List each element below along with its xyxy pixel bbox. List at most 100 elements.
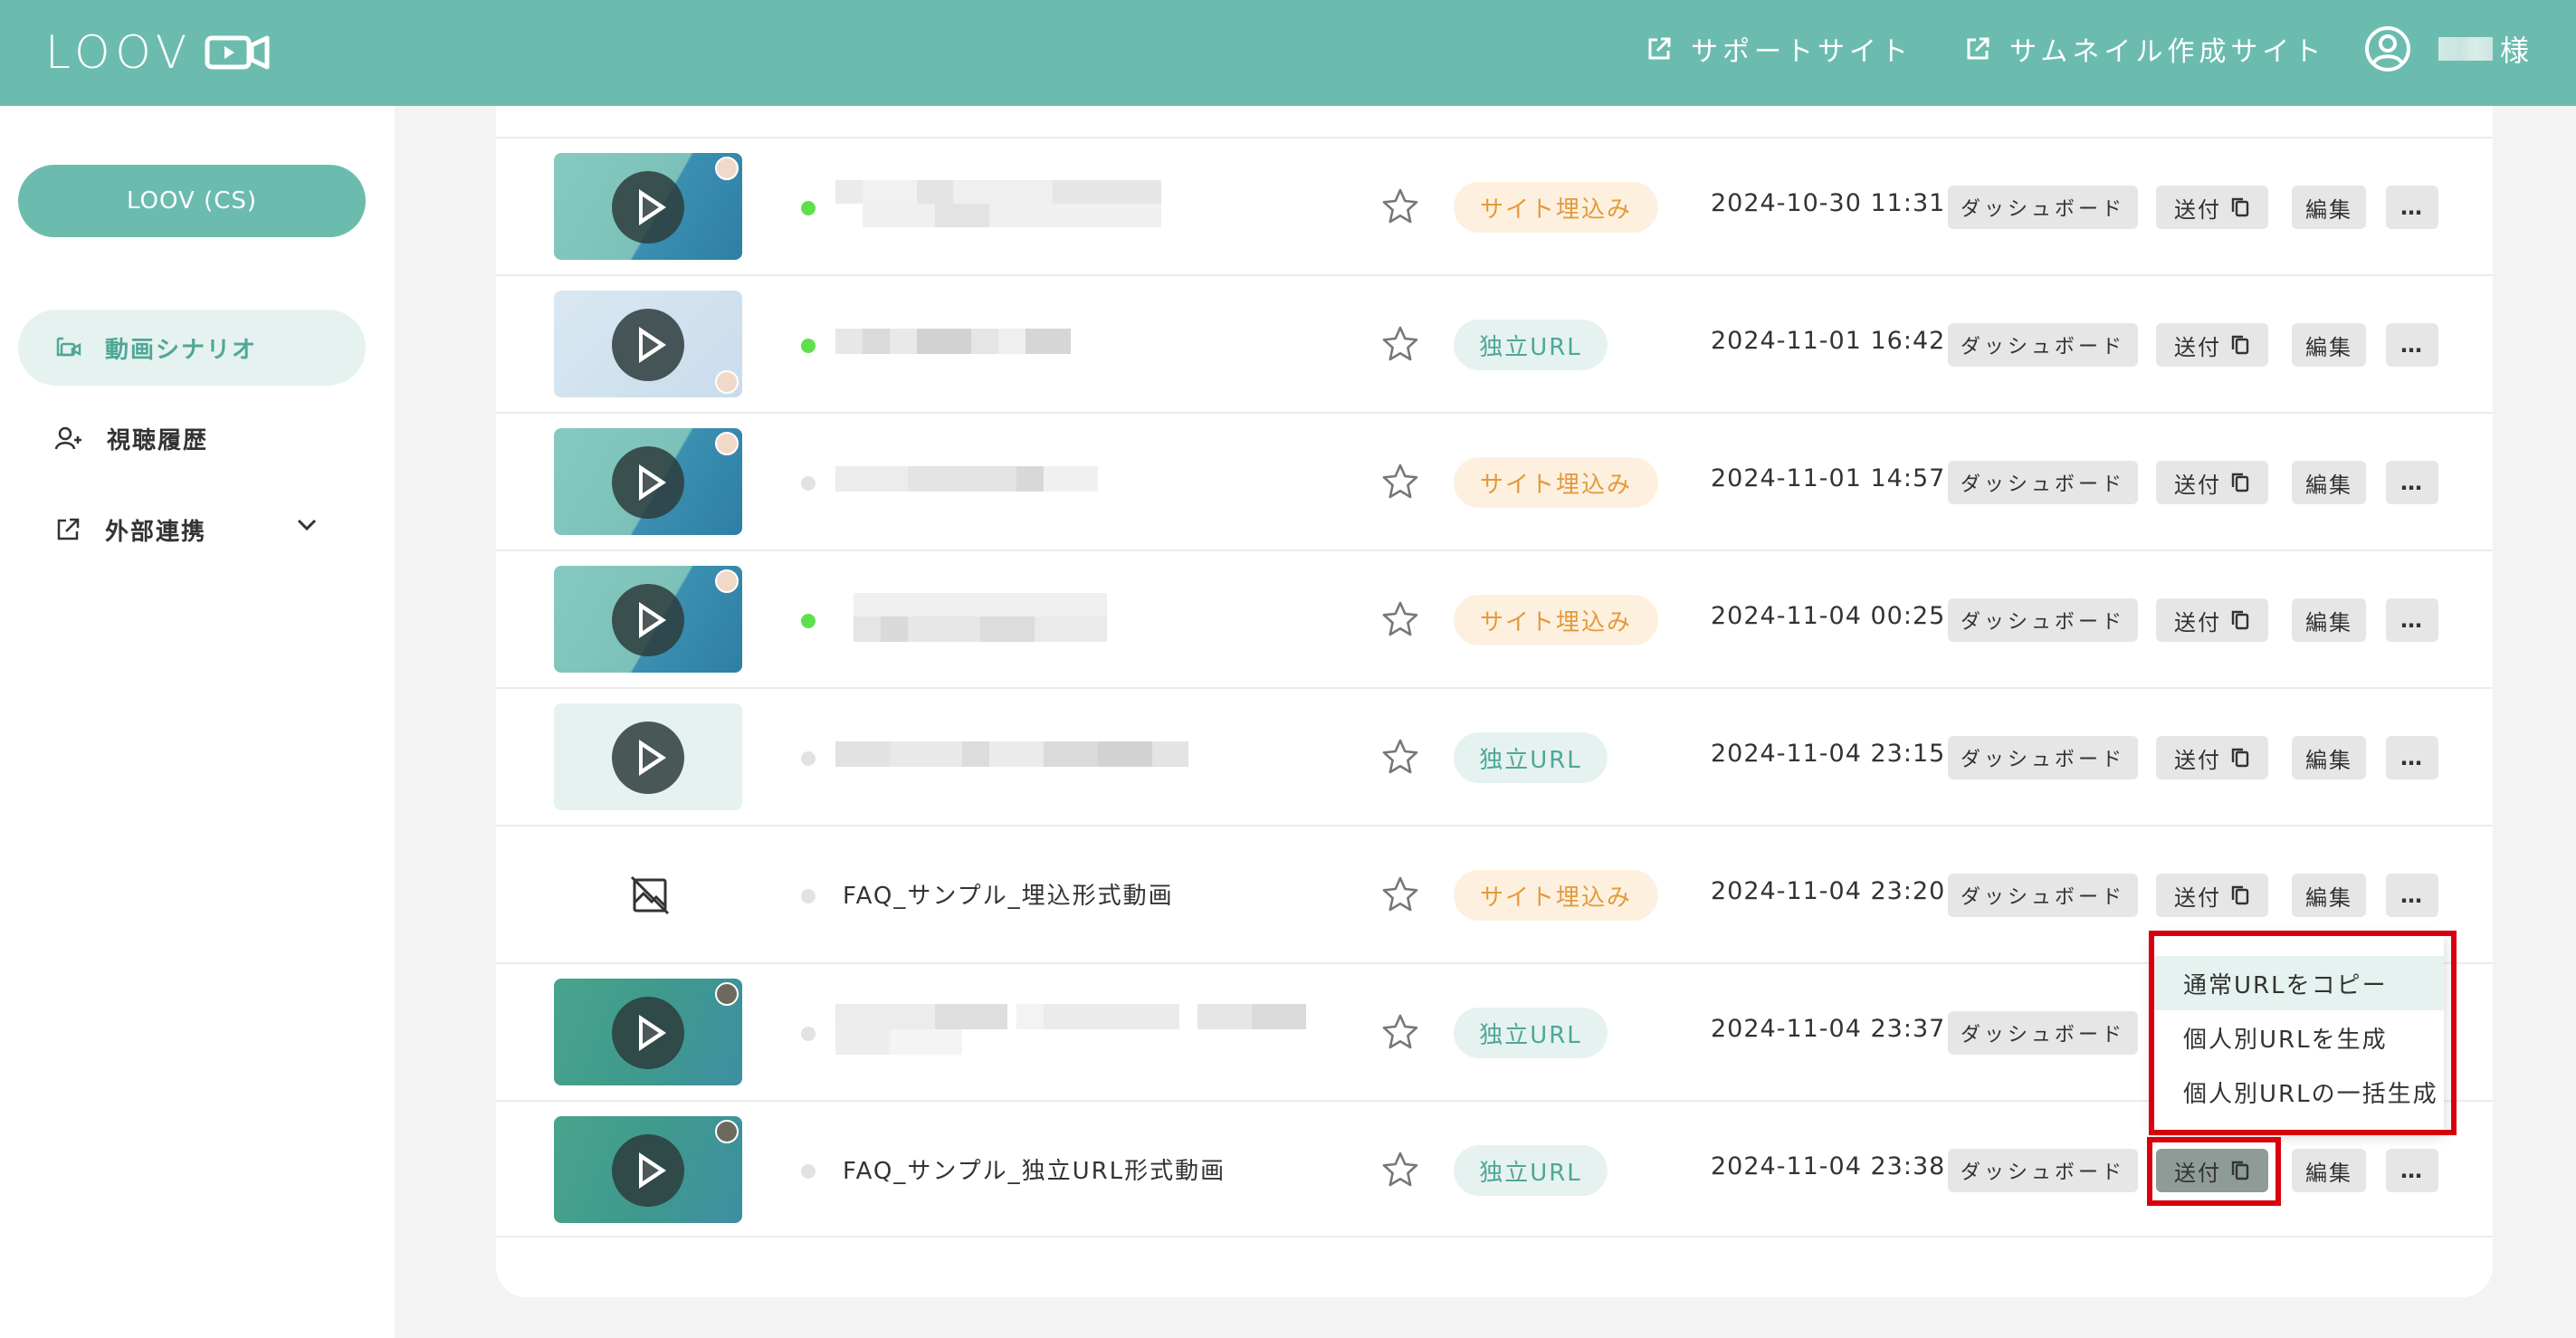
updated-date: 2024-11-04 23:20 (1711, 877, 1946, 905)
video-thumbnail[interactable] (554, 291, 742, 397)
video-thumbnail[interactable] (554, 428, 742, 535)
external-link-icon (57, 518, 80, 540)
star-icon[interactable] (1381, 600, 1419, 638)
star-icon[interactable] (1381, 325, 1419, 363)
send-button[interactable]: 送付 (2156, 598, 2268, 642)
scenario-title[interactable]: FAQ_サンプル_埋込形式動画 (843, 877, 1174, 911)
scenario-title[interactable]: FAQ_サンプル_独立URL形式動画 (843, 1152, 1226, 1186)
table-row[interactable]: サイト埋込み 2024-11-04 00:25 ダッシュボード 送付 編集 … (496, 550, 2493, 687)
dashboard-button[interactable]: ダッシュボード (1948, 736, 2138, 779)
more-button[interactable]: … (2386, 323, 2438, 367)
edit-button[interactable]: 編集 (2292, 323, 2366, 367)
updated-date: 2024-11-04 23:15 (1711, 740, 1946, 768)
type-tag: サイト埋込み (1454, 182, 1658, 233)
updated-date: 2024-11-04 00:25 (1711, 602, 1946, 630)
dashboard-button[interactable]: ダッシュボード (1948, 461, 2138, 504)
send-label: 送付 (2174, 747, 2221, 773)
sidebar-item-label: 外部連携 (105, 518, 207, 546)
copy-icon (2231, 610, 2249, 630)
table-row[interactable]: 独立URL 2024-11-01 16:42 ダッシュボード 送付 編集 … (496, 274, 2493, 412)
star-icon[interactable] (1381, 875, 1419, 913)
updated-date: 2024-11-01 16:42 (1711, 327, 1946, 355)
user-avatar-icon (2365, 26, 2410, 72)
status-dot (801, 1027, 816, 1041)
edit-button[interactable]: 編集 (2292, 598, 2366, 642)
copy-icon (2231, 335, 2249, 355)
send-button[interactable]: 送付 (2156, 323, 2268, 367)
person-add-icon (54, 426, 81, 450)
play-icon[interactable] (612, 584, 684, 656)
highlight-box-send-button (2147, 1137, 2281, 1206)
dashboard-button[interactable]: ダッシュボード (1948, 323, 2138, 367)
user-menu[interactable]: 様 (2364, 24, 2529, 74)
copy-icon (2231, 473, 2249, 492)
dashboard-button[interactable]: ダッシュボード (1948, 598, 2138, 642)
dashboard-button[interactable]: ダッシュボード (1948, 874, 2138, 917)
play-icon[interactable] (612, 1134, 684, 1207)
dashboard-button[interactable]: ダッシュボード (1948, 1149, 2138, 1192)
org-switch-button[interactable]: LOOV (CS) (18, 165, 366, 237)
status-dot (801, 1164, 816, 1179)
edit-button[interactable]: 編集 (2292, 736, 2366, 779)
type-tag: サイト埋込み (1454, 457, 1658, 508)
video-thumbnail[interactable] (554, 566, 742, 673)
more-button[interactable]: … (2386, 1149, 2438, 1192)
dashboard-button[interactable]: ダッシュボード (1948, 1011, 2138, 1055)
play-icon[interactable] (612, 446, 684, 519)
chevron-down-icon[interactable] (297, 519, 317, 531)
star-icon[interactable] (1381, 1013, 1419, 1051)
video-thumbnail[interactable] (554, 703, 742, 810)
external-link-icon (1967, 37, 1989, 60)
play-icon[interactable] (612, 997, 684, 1069)
star-icon[interactable] (1381, 738, 1419, 776)
presenter-avatar (715, 370, 739, 394)
copy-icon (2231, 748, 2249, 768)
presenter-avatar (715, 157, 739, 180)
user-name-redacted (2438, 37, 2493, 61)
star-icon[interactable] (1381, 1151, 1419, 1189)
more-button[interactable]: … (2386, 598, 2438, 642)
camera-icon (205, 35, 270, 70)
more-button[interactable]: … (2386, 461, 2438, 504)
send-button[interactable]: 送付 (2156, 461, 2268, 504)
table-row[interactable]: サイト埋込み 2024-11-01 14:57 ダッシュボード 送付 編集 … (496, 412, 2493, 550)
video-thumbnail[interactable] (554, 1116, 742, 1223)
status-dot (801, 339, 816, 353)
user-honorific: 様 (2500, 33, 2530, 68)
more-button[interactable]: … (2386, 186, 2438, 229)
thumbnail-site-link[interactable]: サムネイル作成サイト (1964, 27, 2325, 71)
play-icon[interactable] (612, 722, 684, 794)
support-site-link[interactable]: サポートサイト (1646, 27, 1913, 71)
dashboard-button[interactable]: ダッシュボード (1948, 186, 2138, 229)
sidebar-item-view-history[interactable]: 視聴履歴 (18, 400, 366, 476)
edit-button[interactable]: 編集 (2292, 874, 2366, 917)
video-scenario-icon (56, 337, 81, 357)
status-dot (801, 889, 816, 903)
edit-button[interactable]: 編集 (2292, 186, 2366, 229)
table-row[interactable]: サイト埋込み 2024-10-30 11:31 ダッシュボード 送付 編集 … (496, 137, 2493, 274)
star-icon[interactable] (1381, 187, 1419, 225)
title-redacted (835, 316, 1071, 367)
updated-date: 2024-11-01 14:57 (1711, 464, 1946, 492)
sidebar-item-video-scenario[interactable]: 動画シナリオ (18, 310, 366, 386)
sidebar: LOOV (CS) 動画シナリオ 視聴履歴 外部連携 (0, 106, 395, 1338)
external-link-icon (1648, 37, 1671, 60)
video-thumbnail[interactable] (554, 153, 742, 260)
more-button[interactable]: … (2386, 874, 2438, 917)
star-icon[interactable] (1381, 463, 1419, 501)
play-icon[interactable] (612, 171, 684, 244)
edit-button[interactable]: 編集 (2292, 461, 2366, 504)
type-tag: サイト埋込み (1454, 595, 1658, 645)
send-button[interactable]: 送付 (2156, 736, 2268, 779)
type-tag: 独立URL (1454, 1145, 1608, 1196)
title-redacted (835, 454, 1098, 504)
play-icon[interactable] (612, 309, 684, 381)
table-row[interactable]: 独立URL 2024-11-04 23:15 ダッシュボード 送付 編集 … (496, 687, 2493, 825)
send-button[interactable]: 送付 (2156, 186, 2268, 229)
more-button[interactable]: … (2386, 736, 2438, 779)
sidebar-item-integrations[interactable]: 外部連携 (18, 492, 366, 568)
send-button[interactable]: 送付 (2156, 874, 2268, 917)
edit-button[interactable]: 編集 (2292, 1149, 2366, 1192)
loov-logo[interactable]: LOOV (45, 25, 270, 80)
video-thumbnail[interactable] (554, 979, 742, 1085)
